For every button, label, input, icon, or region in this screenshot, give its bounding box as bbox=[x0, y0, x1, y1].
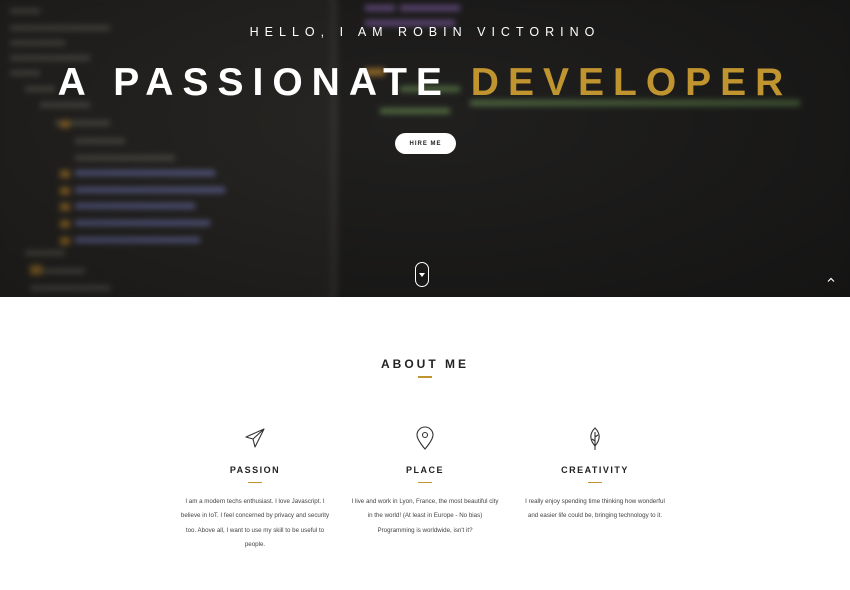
hero-headline: A PASSIONATE DEVELOPER bbox=[0, 61, 850, 105]
hero-section: HELLO, I AM ROBIN VICTORINO A PASSIONATE… bbox=[0, 0, 850, 297]
feature-underline bbox=[248, 482, 262, 483]
feature-text: I am a modern techs enthusiast. I love J… bbox=[180, 498, 330, 548]
about-title: ABOUT ME bbox=[381, 357, 469, 371]
feature-underline bbox=[418, 482, 432, 483]
headline-accent: DEVELOPER bbox=[470, 61, 793, 104]
paper-plane-icon bbox=[245, 428, 265, 448]
scroll-to-top-button[interactable] bbox=[824, 272, 838, 286]
feature-passion: PASSION I am a modern techs enthusiast. … bbox=[180, 425, 330, 548]
chevron-up-icon bbox=[827, 277, 835, 282]
about-title-underline bbox=[418, 376, 432, 378]
scroll-down-button[interactable] bbox=[415, 262, 429, 287]
feature-underline bbox=[588, 482, 602, 483]
feature-place: PLACE I live and work in Lyon, France, t… bbox=[350, 425, 500, 534]
hero-greeting: HELLO, I AM ROBIN VICTORINO bbox=[249, 25, 601, 39]
map-pin-icon bbox=[416, 426, 434, 450]
hire-me-button[interactable]: HIRE ME bbox=[395, 133, 456, 154]
feature-text: I live and work in Lyon, France, the mos… bbox=[351, 498, 499, 534]
feature-creativity: CREATIVITY I really enjoy spending time … bbox=[520, 425, 670, 519]
feature-text: I really enjoy spending time thinking ho… bbox=[525, 498, 665, 520]
feature-title: CREATIVITY bbox=[561, 465, 629, 475]
chevron-down-icon bbox=[419, 272, 425, 277]
feature-title: PASSION bbox=[229, 465, 281, 475]
headline-main: A PASSIONATE bbox=[57, 61, 451, 104]
feature-title: PLACE bbox=[405, 465, 444, 475]
leaf-icon bbox=[590, 427, 600, 450]
